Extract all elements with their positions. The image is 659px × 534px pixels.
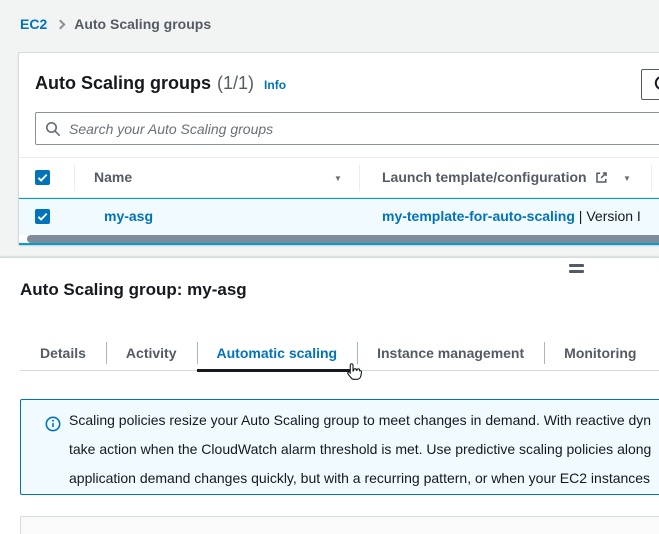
aws-console-page: EC2 Auto Scaling groups Auto Scaling gro… bbox=[0, 0, 659, 534]
banner-line: take action when the CloudWatch alarm th… bbox=[69, 435, 651, 464]
banner-line: Scaling policies resize your Auto Scalin… bbox=[69, 406, 651, 435]
banner-text: Scaling policies resize your Auto Scalin… bbox=[69, 406, 651, 493]
result-count: (1/1) bbox=[217, 73, 254, 94]
split-panel: Auto Scaling group: my-asg Details Activ… bbox=[0, 257, 659, 534]
launch-template-link[interactable]: my-template-for-auto-scaling bbox=[382, 208, 575, 224]
row-checkbox[interactable] bbox=[35, 209, 50, 224]
horizontal-scrollbar[interactable] bbox=[27, 235, 659, 243]
column-divider bbox=[651, 165, 652, 191]
tab-monitoring[interactable]: Monitoring bbox=[544, 336, 656, 370]
list-panel-header: Auto Scaling groups (1/1) Info bbox=[35, 73, 286, 94]
tab-bar: Details Activity Automatic scaling Insta… bbox=[20, 336, 659, 371]
sort-icon-launch-template[interactable]: ▼ bbox=[623, 174, 631, 183]
column-header-launch-template-label: Launch template/configuration bbox=[382, 169, 587, 185]
tab-activity[interactable]: Activity bbox=[106, 336, 197, 370]
launch-template-version: | Version I bbox=[575, 208, 641, 224]
page-title: Auto Scaling groups bbox=[35, 73, 211, 94]
table-header-row: Name ▼ Launch template/configuration ▼ bbox=[19, 157, 659, 198]
asg-name-link[interactable]: my-asg bbox=[104, 208, 153, 224]
info-link[interactable]: Info bbox=[264, 78, 286, 92]
search-box bbox=[35, 112, 659, 145]
selected-row-border bbox=[19, 243, 659, 245]
tab-instance-management[interactable]: Instance management bbox=[357, 336, 544, 370]
table-row[interactable]: my-asg my-template-for-auto-scaling | Ve… bbox=[19, 198, 659, 235]
column-header-name[interactable]: Name bbox=[94, 169, 132, 185]
column-header-name-label: Name bbox=[94, 169, 132, 185]
policies-section-header bbox=[20, 516, 659, 534]
sort-icon-name[interactable]: ▼ bbox=[334, 174, 342, 183]
checkbox-check-icon bbox=[35, 209, 50, 224]
breadcrumb-current: Auto Scaling groups bbox=[74, 16, 211, 32]
banner-line: application demand changes quickly, but … bbox=[69, 464, 651, 493]
external-link-icon bbox=[594, 170, 609, 185]
refresh-button[interactable] bbox=[641, 69, 659, 100]
info-banner: Scaling policies resize your Auto Scalin… bbox=[20, 399, 659, 495]
column-divider bbox=[74, 165, 75, 191]
refresh-icon bbox=[653, 74, 659, 95]
breadcrumb: EC2 Auto Scaling groups bbox=[20, 16, 211, 32]
detail-panel-title: Auto Scaling group: my-asg bbox=[20, 280, 247, 300]
select-all-checkbox[interactable] bbox=[35, 170, 50, 185]
info-icon bbox=[45, 416, 61, 432]
breadcrumb-chevron-icon bbox=[56, 20, 66, 30]
search-icon bbox=[45, 121, 61, 137]
launch-template-cell: my-template-for-auto-scaling | Version I bbox=[382, 208, 641, 224]
resize-handle-icon[interactable] bbox=[569, 264, 584, 273]
tab-automatic-scaling[interactable]: Automatic scaling bbox=[197, 336, 358, 370]
breadcrumb-link-ec2[interactable]: EC2 bbox=[20, 16, 47, 32]
checkbox-check-icon bbox=[35, 170, 50, 185]
column-header-launch-template[interactable]: Launch template/configuration bbox=[382, 169, 609, 185]
tab-details[interactable]: Details bbox=[20, 336, 106, 370]
column-divider bbox=[359, 165, 360, 191]
asg-list-panel: Auto Scaling groups (1/1) Info Name ▼ bbox=[18, 52, 659, 245]
search-input[interactable] bbox=[69, 121, 659, 137]
